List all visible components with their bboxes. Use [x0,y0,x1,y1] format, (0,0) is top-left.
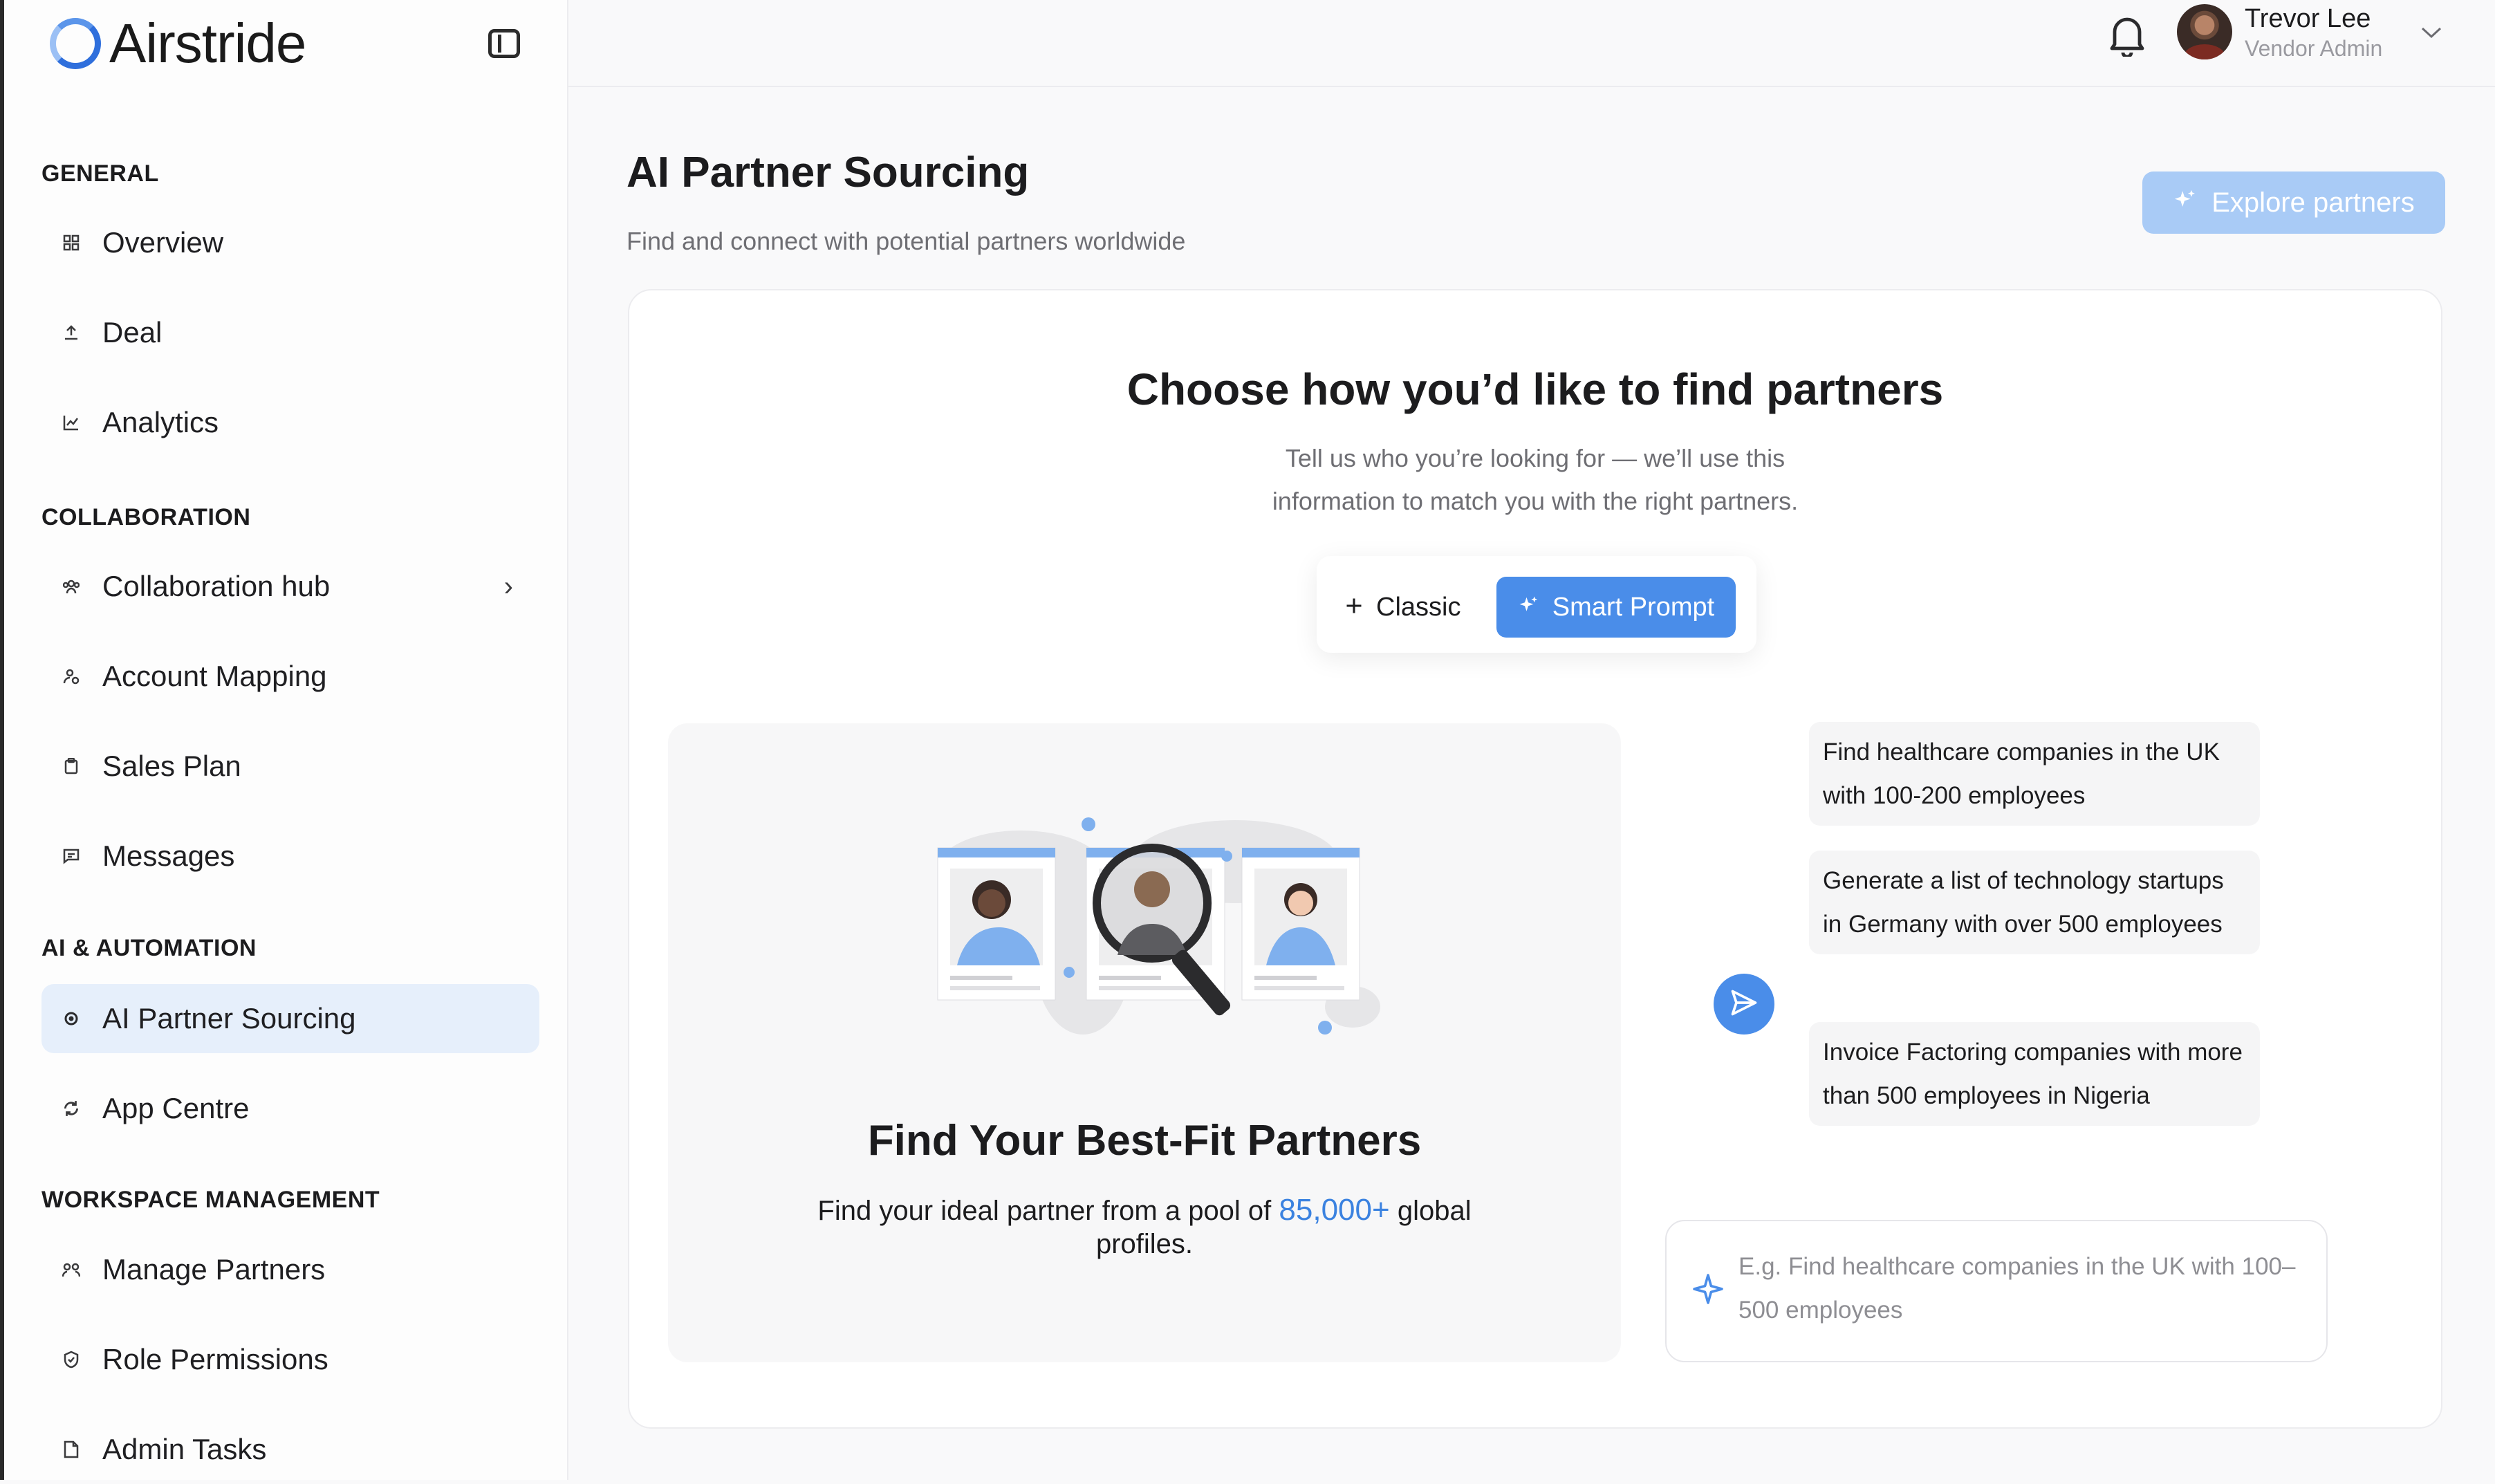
partner-finder-card: Choose how you’d like to find partners T… [628,289,2442,1429]
shield-icon [62,1351,80,1369]
sidebar-item-app-centre[interactable]: App Centre [41,1074,539,1143]
grid-icon [62,234,80,252]
profile-count-highlight: 85,000+ [1279,1193,1390,1227]
classic-mode-button[interactable]: Classic [1344,577,1460,638]
explore-partners-label: Explore partners [2211,187,2415,218]
sidebar-item-sales-plan[interactable]: Sales Plan [41,732,539,801]
chevron-right-icon: › [503,571,513,602]
suggestion-chip[interactable]: Invoice Factoring companies with more th… [1809,1022,2260,1126]
chart-icon [62,414,80,432]
sidebar-item-account-mapping[interactable]: Account Mapping [41,642,539,711]
sidebar-item-admin-tasks[interactable]: Admin Tasks [41,1415,539,1484]
page-title: AI Partner Sourcing [627,149,1030,196]
suggestion-chip[interactable]: Find healthcare companies in the UK with… [1809,722,2260,826]
sidebar-item-deal[interactable]: Deal [41,298,539,367]
sidebar-item-label: Manage Partners [102,1253,326,1286]
chevron-down-icon[interactable] [2420,15,2442,46]
finder-description: Tell us who you’re looking for — we’ll u… [1272,444,1799,515]
brand-logo[interactable]: Airstride [50,12,306,75]
sidebar: Airstride GENERAL Overview Deal Analytic… [0,0,568,1480]
sidebar-item-label: Admin Tasks [102,1433,267,1465]
team-icon [62,577,80,595]
sidebar-item-label: AI Partner Sourcing [102,1002,356,1035]
partners-icon [62,1261,80,1279]
section-ai-automation: AI & AUTOMATION [41,935,257,961]
prompt-placeholder: E.g. Find healthcare companies in the UK… [1738,1253,2296,1324]
smart-prompt-button[interactable]: Smart Prompt [1496,577,1736,638]
section-workspace-management: WORKSPACE MANAGEMENT [41,1187,380,1213]
file-icon [62,1440,80,1458]
message-icon [62,847,80,865]
send-icon [1729,987,1759,1021]
illustration-desc-before: Find your ideal partner from a pool of [817,1196,1272,1226]
illustration-title: Find Your Best-Fit Partners [867,1117,1422,1165]
sidebar-item-label: Analytics [102,406,219,438]
illustration-description: Find your ideal partner from a pool of 8… [785,1194,1504,1261]
sidebar-item-label: Collaboration hub [102,570,331,602]
sidebar-item-label: Account Mapping [102,660,327,692]
sidebar-item-label: Deal [102,316,163,349]
classic-mode-label: Classic [1376,592,1461,622]
suggestion-chip[interactable]: Generate a list of technology startups i… [1809,851,2260,954]
page-subtitle: Find and connect with potential partners… [627,227,1186,255]
clipboard-icon [62,757,80,775]
brand-name: Airstride [109,12,306,74]
notification-bell-icon[interactable] [2108,12,2146,59]
explore-partners-button[interactable]: Explore partners [2142,171,2445,234]
sidebar-item-label: Role Permissions [102,1343,328,1375]
sidebar-item-label: Messages [102,840,235,872]
sidebar-item-label: App Centre [102,1092,250,1124]
sidebar-item-manage-partners[interactable]: Manage Partners [41,1235,539,1304]
user-name[interactable]: Trevor Lee [2245,4,2371,34]
mode-toggle: Classic Smart Prompt [1317,556,1756,653]
finder-title: Choose how you’d like to find partners [1126,364,1944,414]
illustration-panel: Find Your Best-Fit Partners Find your id… [668,723,1621,1362]
smart-prompt-input[interactable]: E.g. Find healthcare companies in the UK… [1665,1220,2328,1362]
refresh-icon [62,1100,80,1117]
section-collaboration: COLLABORATION [41,504,251,530]
sidebar-item-label: Overview [102,226,224,259]
section-general: GENERAL [41,160,159,187]
partner-search-illustration [937,817,1380,1035]
gear-icon [62,1010,80,1028]
sidebar-toggle-icon[interactable] [488,29,520,58]
sidebar-item-analytics[interactable]: Analytics [41,388,539,457]
sidebar-item-messages[interactable]: Messages [41,822,539,891]
avatar[interactable] [2177,4,2232,59]
send-button[interactable] [1714,974,1774,1035]
sparkle-icon [1518,593,1539,622]
smart-prompt-label: Smart Prompt [1552,592,1715,622]
sidebar-item-role-permissions[interactable]: Role Permissions [41,1325,539,1394]
upload-icon [62,324,80,342]
airstride-logo-icon [50,18,101,69]
user-map-icon [62,667,80,685]
sparkle-icon [1691,1272,1725,1306]
sparkle-icon [2173,187,2196,219]
user-role: Vendor Admin [2245,36,2383,61]
sidebar-item-collaboration-hub[interactable]: Collaboration hub › [41,552,539,621]
sidebar-item-overview[interactable]: Overview [41,208,539,277]
plus-icon [1344,593,1364,622]
sidebar-item-ai-partner-sourcing[interactable]: AI Partner Sourcing [41,984,539,1053]
sidebar-item-label: Sales Plan [102,750,241,782]
